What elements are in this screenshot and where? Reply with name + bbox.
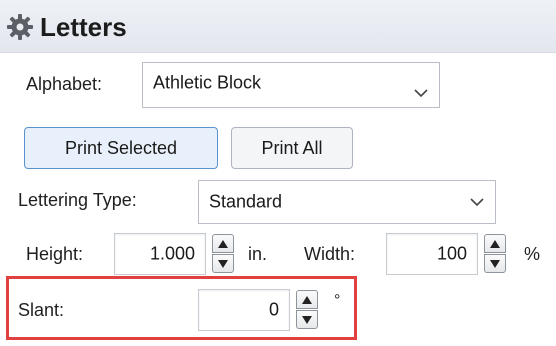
alphabet-value: Athletic Block: [153, 72, 262, 93]
print-selected-button[interactable]: Print Selected: [24, 127, 218, 169]
height-unit: in.: [248, 244, 268, 264]
lettering-type-select[interactable]: Standard: [198, 180, 496, 224]
alphabet-label: Alphabet:: [26, 74, 103, 94]
height-increment-button[interactable]: [212, 234, 234, 253]
height-stepper[interactable]: [212, 234, 234, 274]
slant-input[interactable]: 0: [198, 289, 290, 331]
chevron-down-icon: [414, 89, 428, 98]
height-value: 1.000: [149, 243, 195, 264]
width-decrement-button[interactable]: [484, 254, 506, 273]
width-label: Width:: [304, 244, 356, 264]
slant-label: Slant:: [18, 300, 65, 320]
triangle-down-icon: [218, 260, 228, 268]
width-value: 100: [436, 243, 467, 264]
panel-title: Letters: [40, 12, 127, 42]
slant-decrement-button[interactable]: [296, 310, 318, 329]
slant-increment-button[interactable]: [296, 290, 318, 309]
slant-unit: °: [334, 292, 341, 309]
height-decrement-button[interactable]: [212, 254, 234, 273]
height-label: Height:: [26, 244, 84, 264]
width-increment-button[interactable]: [484, 234, 506, 253]
print-all-button[interactable]: Print All: [231, 127, 353, 169]
triangle-up-icon: [218, 240, 228, 248]
triangle-down-icon: [490, 260, 500, 268]
triangle-up-icon: [302, 296, 312, 304]
panel-header: Letters: [0, 0, 556, 53]
lettering-type-label: Lettering Type:: [18, 190, 137, 210]
height-input[interactable]: 1.000: [114, 233, 206, 275]
chevron-down-icon: [470, 198, 484, 207]
slant-stepper[interactable]: [296, 290, 318, 330]
alphabet-select[interactable]: Athletic Block: [142, 62, 440, 108]
width-stepper[interactable]: [484, 234, 506, 274]
triangle-up-icon: [490, 240, 500, 248]
gear-icon: [7, 14, 33, 40]
triangle-down-icon: [302, 316, 312, 324]
width-unit: %: [524, 244, 541, 264]
lettering-type-value: Standard: [209, 191, 283, 212]
slant-value: 0: [268, 299, 279, 320]
width-input[interactable]: 100: [386, 233, 478, 275]
